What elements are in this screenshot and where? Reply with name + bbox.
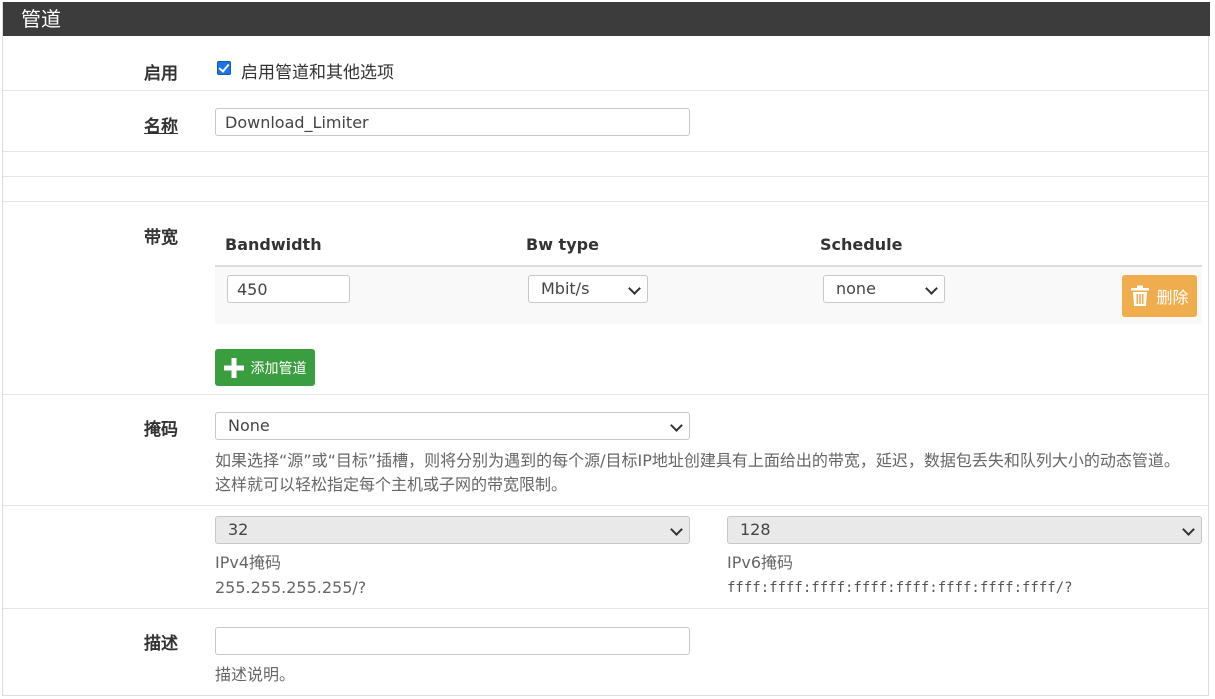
divider (3, 394, 1208, 395)
chevron-down-icon (670, 523, 683, 536)
column-header-bw-type: Bw type (526, 235, 599, 254)
chevron-down-icon (1182, 523, 1195, 536)
ipv6-mask-select[interactable]: 128 (727, 516, 1202, 544)
bandwidth-label: 带宽 (144, 228, 178, 248)
ipv6-mask-value: 128 (740, 520, 771, 539)
trash-icon (1131, 285, 1150, 306)
bw-type-select[interactable]: Mbit/s (528, 275, 648, 303)
mask-help-text: 如果选择“源”或“目标”插槽，则将分别为遇到的每个源/目标IP地址创建具有上面给… (215, 451, 1180, 494)
table-row (215, 267, 1202, 324)
ipv4-mask-select[interactable]: 32 (215, 516, 690, 544)
add-pipe-label: 添加管道 (250, 360, 307, 377)
divider (3, 201, 1208, 202)
delete-button[interactable]: 删除 (1122, 275, 1197, 317)
schedule-select[interactable]: none (823, 275, 945, 303)
description-label: 描述 (144, 634, 178, 654)
mask-label: 掩码 (144, 420, 178, 440)
mask-value: None (228, 416, 270, 435)
chevron-down-icon (670, 419, 683, 432)
enable-checkbox[interactable] (217, 61, 231, 75)
bandwidth-input[interactable] (227, 275, 350, 303)
ipv4-mask-hint: 255.255.255.255/? (215, 578, 367, 597)
ipv4-mask-label: IPv4掩码 (215, 553, 282, 572)
description-help-text: 描述说明。 (215, 665, 296, 684)
chevron-down-icon (925, 282, 938, 295)
divider (3, 505, 1208, 506)
check-icon (218, 61, 230, 73)
add-pipe-button[interactable]: 添加管道 (215, 349, 315, 386)
column-header-bandwidth: Bandwidth (225, 235, 322, 254)
panel-title: 管道 (3, 2, 1210, 36)
mask-select[interactable]: None (215, 412, 690, 440)
ipv6-mask-hint: ffff:ffff:ffff:ffff:ffff:ffff:ffff:ffff/… (727, 580, 1073, 596)
enable-checkbox-text: 启用管道和其他选项 (241, 63, 394, 83)
description-input[interactable] (215, 627, 690, 655)
ipv4-mask-value: 32 (228, 520, 249, 539)
divider (3, 176, 1208, 177)
bw-type-value: Mbit/s (541, 279, 590, 298)
plus-icon (223, 357, 244, 378)
pipe-panel: 管道 启用 启用管道和其他选项 名称 带宽 Bandwidth Bw type … (2, 2, 1210, 696)
divider (3, 90, 1208, 91)
schedule-value: none (836, 279, 876, 298)
enable-label: 启用 (144, 64, 178, 84)
name-label: 名称 (144, 117, 178, 137)
divider (3, 151, 1208, 152)
delete-label: 删除 (1156, 288, 1189, 307)
ipv6-mask-label: IPv6掩码 (727, 553, 794, 572)
column-header-schedule: Schedule (820, 235, 903, 254)
divider (3, 608, 1208, 609)
name-input[interactable] (215, 108, 690, 136)
chevron-down-icon (628, 282, 641, 295)
